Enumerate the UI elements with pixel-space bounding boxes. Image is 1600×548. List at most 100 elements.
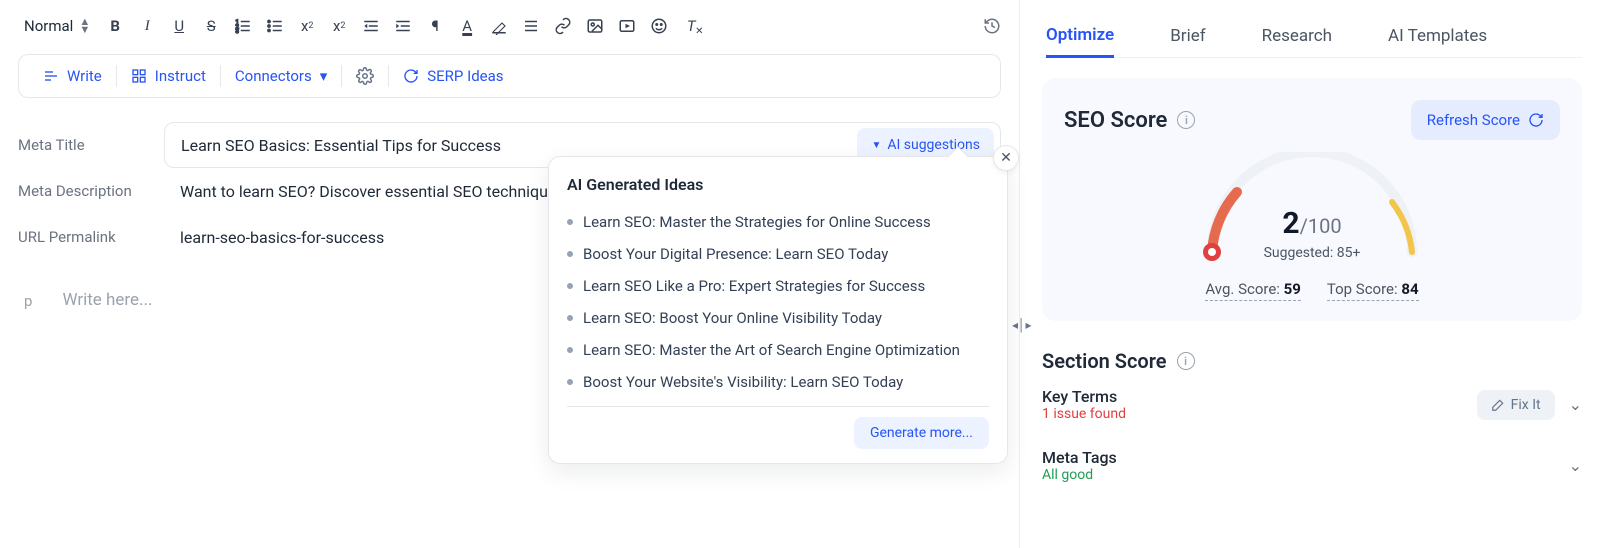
seo-score-of: /100 bbox=[1300, 214, 1342, 238]
bullet-icon bbox=[567, 315, 573, 321]
section-score-title: Section Score bbox=[1042, 349, 1167, 373]
generate-more-button[interactable]: Generate more... bbox=[854, 417, 989, 449]
chevron-down-icon[interactable]: ⌄ bbox=[1569, 456, 1582, 475]
write-button[interactable]: Write bbox=[29, 61, 116, 91]
write-lines-icon bbox=[43, 68, 59, 84]
grid-icon bbox=[131, 68, 147, 84]
svg-text:3: 3 bbox=[236, 28, 239, 35]
highlight-icon[interactable] bbox=[490, 13, 508, 39]
resize-handle[interactable]: ◂│▸ bbox=[1012, 318, 1032, 332]
link-icon[interactable] bbox=[554, 13, 572, 39]
section-row-key-terms[interactable]: Key Terms 1 issue found Fix It ⌄ bbox=[1042, 387, 1582, 422]
paragraph-icon[interactable]: ¶ bbox=[426, 13, 444, 39]
formatting-toolbar: Normal ▲▼ B I U S 123 x2 x2 ¶ A bbox=[18, 6, 1001, 46]
image-icon[interactable] bbox=[586, 13, 604, 39]
fix-it-button[interactable]: Fix It bbox=[1477, 390, 1555, 420]
right-tabs: Optimize Brief Research AI Templates bbox=[1042, 14, 1582, 58]
close-icon[interactable]: ✕ bbox=[993, 145, 1019, 171]
subscript-icon[interactable]: x2 bbox=[298, 13, 316, 39]
wand-icon bbox=[1491, 398, 1505, 412]
idea-item[interactable]: Learn SEO: Master the Art of Search Engi… bbox=[567, 334, 989, 366]
write-label: Write bbox=[67, 67, 102, 85]
ordered-list-icon[interactable]: 123 bbox=[234, 13, 252, 39]
url-permalink-value[interactable]: learn-seo-basics-for-success bbox=[164, 228, 384, 247]
top-score: Top Score: 84 bbox=[1327, 280, 1419, 301]
idea-text: Learn SEO: Master the Art of Search Engi… bbox=[583, 341, 960, 359]
bullet-icon bbox=[567, 347, 573, 353]
ai-ideas-popover: ✕ AI Generated Ideas Learn SEO: Master t… bbox=[548, 156, 1008, 464]
section-row-meta-tags[interactable]: Meta Tags All good ⌄ bbox=[1042, 448, 1582, 483]
bullet-icon bbox=[567, 219, 573, 225]
info-icon[interactable]: i bbox=[1177, 111, 1195, 129]
gear-icon bbox=[356, 67, 374, 85]
seo-score-card: SEO Score i Refresh Score bbox=[1042, 78, 1582, 321]
strikethrough-icon[interactable]: S bbox=[202, 13, 220, 39]
info-icon[interactable]: i bbox=[1177, 352, 1195, 370]
tab-brief[interactable]: Brief bbox=[1170, 14, 1205, 58]
section-item-status: All good bbox=[1042, 467, 1569, 483]
emoji-icon[interactable] bbox=[650, 13, 668, 39]
history-icon[interactable] bbox=[983, 13, 1001, 39]
idea-item[interactable]: Boost Your Website's Visibility: Learn S… bbox=[567, 366, 989, 398]
score-gauge: 2/100 Suggested: 85+ bbox=[1182, 152, 1442, 262]
section-item-name: Key Terms bbox=[1042, 387, 1477, 406]
tab-optimize[interactable]: Optimize bbox=[1046, 14, 1114, 58]
meta-description-value[interactable]: Want to learn SEO? Discover essential SE… bbox=[164, 182, 565, 201]
caret-down-icon: ▼ bbox=[871, 140, 881, 151]
sort-icon: ▲▼ bbox=[79, 18, 90, 34]
outdent-icon[interactable] bbox=[362, 13, 380, 39]
chevron-down-icon[interactable]: ⌄ bbox=[1569, 395, 1582, 414]
editor-area[interactable]: Write here... bbox=[62, 290, 152, 310]
meta-title-label: Meta Title bbox=[18, 136, 164, 154]
section-item-name: Meta Tags bbox=[1042, 448, 1569, 467]
idea-text: Learn SEO: Master the Strategies for Onl… bbox=[583, 213, 931, 231]
tab-ai-templates[interactable]: AI Templates bbox=[1388, 14, 1487, 58]
url-permalink-label: URL Permalink bbox=[18, 228, 164, 246]
serp-ideas-button[interactable]: SERP Ideas bbox=[389, 61, 517, 91]
seo-score-value: 2 bbox=[1282, 206, 1299, 241]
fix-it-label: Fix It bbox=[1511, 397, 1541, 413]
text-color-icon[interactable]: A bbox=[458, 13, 476, 39]
idea-item[interactable]: Learn SEO Like a Pro: Expert Strategies … bbox=[567, 270, 989, 302]
paragraph-style-label: Normal bbox=[24, 17, 73, 35]
refresh-score-label: Refresh Score bbox=[1427, 111, 1520, 129]
instruct-button[interactable]: Instruct bbox=[117, 61, 220, 91]
connectors-button[interactable]: Connectors ▾ bbox=[221, 61, 341, 91]
video-icon[interactable] bbox=[618, 13, 636, 39]
idea-item[interactable]: Learn SEO: Boost Your Online Visibility … bbox=[567, 302, 989, 334]
align-icon[interactable] bbox=[522, 13, 540, 39]
bullet-icon bbox=[567, 251, 573, 257]
suggested-score: Suggested: 85+ bbox=[1182, 245, 1442, 261]
connectors-label: Connectors bbox=[235, 67, 312, 85]
underline-icon[interactable]: U bbox=[170, 13, 188, 39]
ideas-list: Learn SEO: Master the Strategies for Onl… bbox=[567, 206, 989, 398]
unordered-list-icon[interactable] bbox=[266, 13, 284, 39]
idea-item[interactable]: Learn SEO: Master the Strategies for Onl… bbox=[567, 206, 989, 238]
serp-ideas-label: SERP Ideas bbox=[427, 67, 503, 85]
bold-icon[interactable]: B bbox=[106, 13, 124, 39]
bullet-icon bbox=[567, 379, 573, 385]
meta-title-value: Learn SEO Basics: Essential Tips for Suc… bbox=[181, 136, 857, 155]
idea-text: Learn SEO: Boost Your Online Visibility … bbox=[583, 309, 882, 327]
paragraph-style-select[interactable]: Normal ▲▼ bbox=[18, 13, 96, 39]
popover-title: AI Generated Ideas bbox=[567, 175, 989, 194]
idea-item[interactable]: Boost Your Digital Presence: Learn SEO T… bbox=[567, 238, 989, 270]
idea-text: Boost Your Website's Visibility: Learn S… bbox=[583, 373, 903, 391]
bullet-icon bbox=[567, 283, 573, 289]
idea-text: Learn SEO Like a Pro: Expert Strategies … bbox=[583, 277, 925, 295]
ai-suggestions-label: AI suggestions bbox=[887, 137, 980, 153]
section-item-status: 1 issue found bbox=[1042, 406, 1477, 422]
tab-research[interactable]: Research bbox=[1262, 14, 1332, 58]
refresh-score-button[interactable]: Refresh Score bbox=[1411, 100, 1560, 140]
paragraph-indicator: p bbox=[18, 290, 32, 310]
indent-icon[interactable] bbox=[394, 13, 412, 39]
caret-down-icon: ▾ bbox=[320, 67, 328, 85]
refresh-icon bbox=[1528, 112, 1544, 128]
italic-icon[interactable]: I bbox=[138, 13, 156, 39]
superscript-icon[interactable]: x2 bbox=[330, 13, 348, 39]
clear-format-icon[interactable]: T✕ bbox=[682, 13, 700, 39]
settings-button[interactable] bbox=[342, 61, 388, 91]
seo-score-title: SEO Score bbox=[1064, 108, 1167, 133]
refresh-icon bbox=[403, 68, 419, 84]
instruct-label: Instruct bbox=[155, 67, 206, 85]
